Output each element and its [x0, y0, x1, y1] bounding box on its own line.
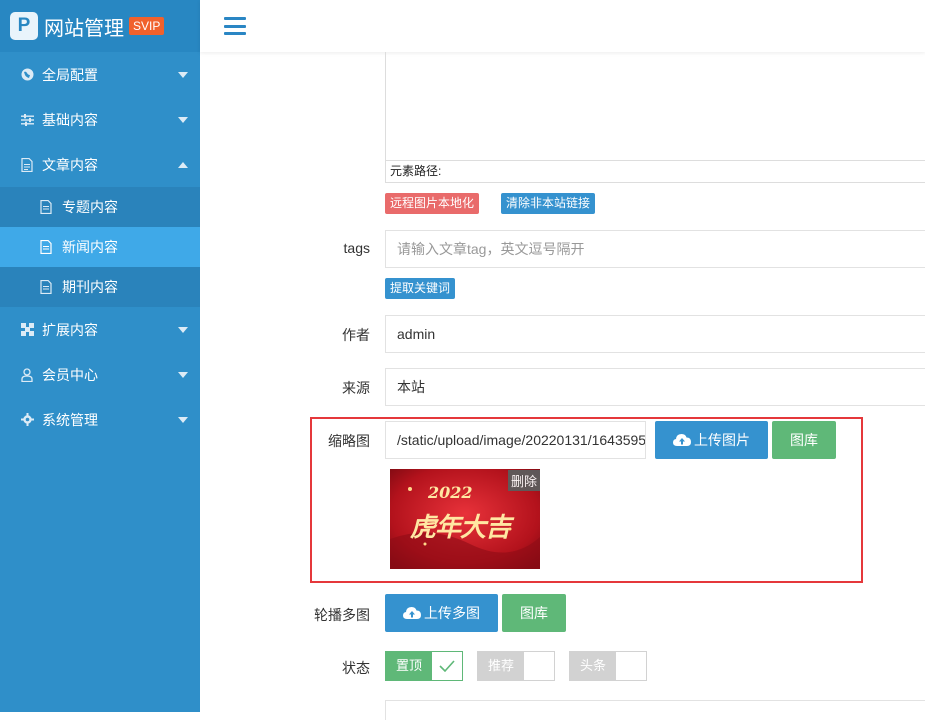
main-content: 元素路径: 远程图片本地化 清除非本站链接 tags 请输入文章tag，英文逗号…	[200, 52, 925, 720]
switch-label: 推荐	[478, 652, 525, 680]
sidebar: P 网站管理 SVIP 全局配置 基础内容 文章内容 专题内容 新闻内容 期刊内…	[0, 0, 200, 712]
thumbnail-label: 缩略图	[328, 433, 370, 449]
sidebar-item-system-management[interactable]: 系统管理	[0, 397, 200, 442]
switch-recommend[interactable]: 推荐	[477, 651, 555, 681]
switch-label: 头条	[570, 652, 617, 680]
carousel-gallery-button[interactable]: 图库	[502, 594, 566, 632]
logo-icon: P	[10, 12, 38, 40]
menu-toggle-icon[interactable]	[224, 17, 246, 35]
sidebar-item-extension-content[interactable]: 扩展内容	[0, 307, 200, 352]
document-icon	[40, 200, 52, 214]
brand-title: 网站管理	[44, 15, 124, 40]
sidebar-item-global-config[interactable]: 全局配置	[0, 52, 200, 97]
document-icon	[20, 157, 34, 172]
sidebar-item-article-content[interactable]: 文章内容	[0, 142, 200, 187]
cloud-upload-icon	[403, 607, 421, 619]
upload-multiple-label: 上传多图	[424, 605, 480, 621]
top-header	[200, 0, 925, 52]
status-label: 状态	[342, 660, 370, 676]
tags-input[interactable]: 请输入文章tag，英文逗号隔开	[385, 230, 925, 268]
puzzle-icon	[20, 323, 34, 337]
switch-knob	[524, 652, 554, 680]
author-label: 作者	[342, 327, 370, 343]
extract-keywords-button[interactable]: 提取关键词	[385, 278, 456, 299]
upload-image-label: 上传图片	[694, 432, 750, 448]
chevron-down-icon	[178, 416, 188, 423]
document-icon	[40, 240, 52, 254]
sidebar-item-label: 基础内容	[42, 111, 98, 128]
sidebar-item-label: 会员中心	[42, 366, 98, 383]
globe-icon	[20, 68, 34, 82]
chevron-down-icon	[178, 116, 188, 123]
sidebar-subitem-topic[interactable]: 专题内容	[0, 187, 200, 227]
sidebar-item-member-center[interactable]: 会员中心	[0, 352, 200, 397]
chevron-up-icon	[178, 161, 188, 168]
gallery-label: 图库	[520, 605, 548, 621]
chevron-down-icon	[178, 371, 188, 378]
editor-element-path: 元素路径:	[386, 160, 925, 182]
sidebar-subitem-label: 新闻内容	[62, 239, 118, 255]
source-label: 来源	[342, 380, 370, 396]
source-input[interactable]: 本站	[385, 368, 925, 406]
upload-multiple-button[interactable]: 上传多图	[385, 594, 498, 632]
sidebar-item-label: 扩展内容	[42, 321, 98, 338]
image-gallery-button[interactable]: 图库	[772, 421, 836, 459]
chevron-down-icon	[178, 326, 188, 333]
clear-external-links-button[interactable]: 清除非本站链接	[501, 193, 596, 214]
sidebar-item-label: 文章内容	[42, 156, 98, 173]
document-icon	[40, 280, 52, 294]
chevron-down-icon	[178, 71, 188, 78]
svip-badge: SVIP	[129, 17, 165, 35]
switch-label: 置顶	[386, 652, 433, 680]
sidebar-item-label: 系统管理	[42, 411, 98, 428]
switch-knob	[616, 652, 646, 680]
tags-label: tags	[343, 240, 370, 256]
switch-pin-top[interactable]: 置顶	[385, 651, 463, 681]
next-field-input[interactable]	[385, 700, 925, 720]
thumbnail-greeting-text: 虎年大吉	[410, 513, 511, 543]
upload-image-button[interactable]: 上传图片	[655, 421, 768, 459]
thumbnail-path-input[interactable]: /static/upload/image/20220131/1643595	[385, 421, 646, 459]
rich-text-editor[interactable]: 元素路径:	[385, 52, 925, 183]
delete-thumbnail-button[interactable]: 删除	[508, 470, 541, 491]
brand-logo[interactable]: P 网站管理 SVIP	[0, 0, 200, 52]
sidebar-subitem-label: 期刊内容	[62, 279, 118, 295]
user-icon	[20, 367, 34, 382]
author-input[interactable]: admin	[385, 315, 925, 353]
sliders-icon	[20, 113, 34, 127]
gear-icon	[20, 413, 34, 427]
sidebar-subitem-journal[interactable]: 期刊内容	[0, 267, 200, 307]
sidebar-subitem-label: 专题内容	[62, 199, 118, 215]
switch-headline[interactable]: 头条	[569, 651, 647, 681]
gallery-label: 图库	[790, 432, 818, 448]
sidebar-item-label: 全局配置	[42, 66, 98, 83]
remote-image-localize-button[interactable]: 远程图片本地化	[385, 193, 480, 214]
carousel-label: 轮播多图	[314, 607, 370, 623]
cloud-upload-icon	[673, 434, 691, 446]
checkmark-icon	[432, 652, 462, 680]
thumbnail-year-text: 2022	[428, 483, 473, 502]
sidebar-item-basic-content[interactable]: 基础内容	[0, 97, 200, 142]
sidebar-subitem-news[interactable]: 新闻内容	[0, 227, 200, 267]
